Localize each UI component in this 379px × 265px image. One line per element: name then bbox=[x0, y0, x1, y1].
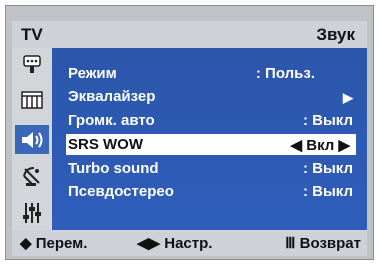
menu-item-label: Псевдостерео bbox=[68, 183, 174, 200]
sound-icon[interactable] bbox=[15, 125, 49, 154]
menu-item-value: : Выкл bbox=[302, 160, 353, 177]
category-sidebar bbox=[12, 48, 52, 230]
section-title: Звук bbox=[316, 25, 355, 44]
menu-item-label: Эквалайзер bbox=[68, 88, 156, 105]
tv-label: TV bbox=[21, 25, 43, 44]
menu-header: TV Звук bbox=[12, 21, 367, 48]
menu-item-value: : Выкл bbox=[302, 183, 353, 200]
menu-item-srs-wow[interactable]: SRS WOW ◀ Вкл ▶ bbox=[66, 134, 356, 155]
help-bar: ◆ Перем. ◀▶ Настр. Ⅲ Возврат bbox=[12, 230, 367, 256]
sound-menu-panel: Режим : Польз. Эквалайзер ▶ Громк. авто … bbox=[52, 48, 367, 230]
picture-icon[interactable] bbox=[15, 85, 49, 114]
menu-item-value[interactable]: ◀ Вкл ▶ bbox=[291, 136, 350, 154]
menu-item-equalizer[interactable]: Эквалайзер ▶ bbox=[68, 86, 353, 107]
channel-icon[interactable] bbox=[15, 161, 49, 190]
setup-icon[interactable] bbox=[15, 198, 49, 227]
menu-item-auto-volume[interactable]: Громк. авто : Выкл bbox=[68, 110, 353, 131]
menu-item-label: Режим bbox=[68, 65, 117, 82]
menu-item-value: : Выкл bbox=[302, 112, 353, 129]
menu-item-pseudo-stereo[interactable]: Псевдостерео : Выкл bbox=[68, 181, 353, 202]
menu-item-mode[interactable]: Режим : Польз. bbox=[68, 63, 353, 84]
move-hint: ◆ Перем. bbox=[20, 235, 88, 252]
menu-item-label: SRS WOW bbox=[68, 136, 143, 153]
adjust-hint: ◀▶ Настр. bbox=[137, 235, 213, 252]
menu-item-turbo-sound[interactable]: Turbo sound : Выкл bbox=[68, 158, 353, 179]
menu-item-label: Громк. авто bbox=[68, 112, 155, 129]
input-icon[interactable] bbox=[15, 50, 49, 79]
submenu-arrow-icon: ▶ bbox=[343, 90, 353, 105]
return-hint: Ⅲ Возврат bbox=[285, 235, 361, 252]
menu-item-value: : Польз. bbox=[255, 65, 315, 82]
menu-item-label: Turbo sound bbox=[68, 160, 159, 177]
